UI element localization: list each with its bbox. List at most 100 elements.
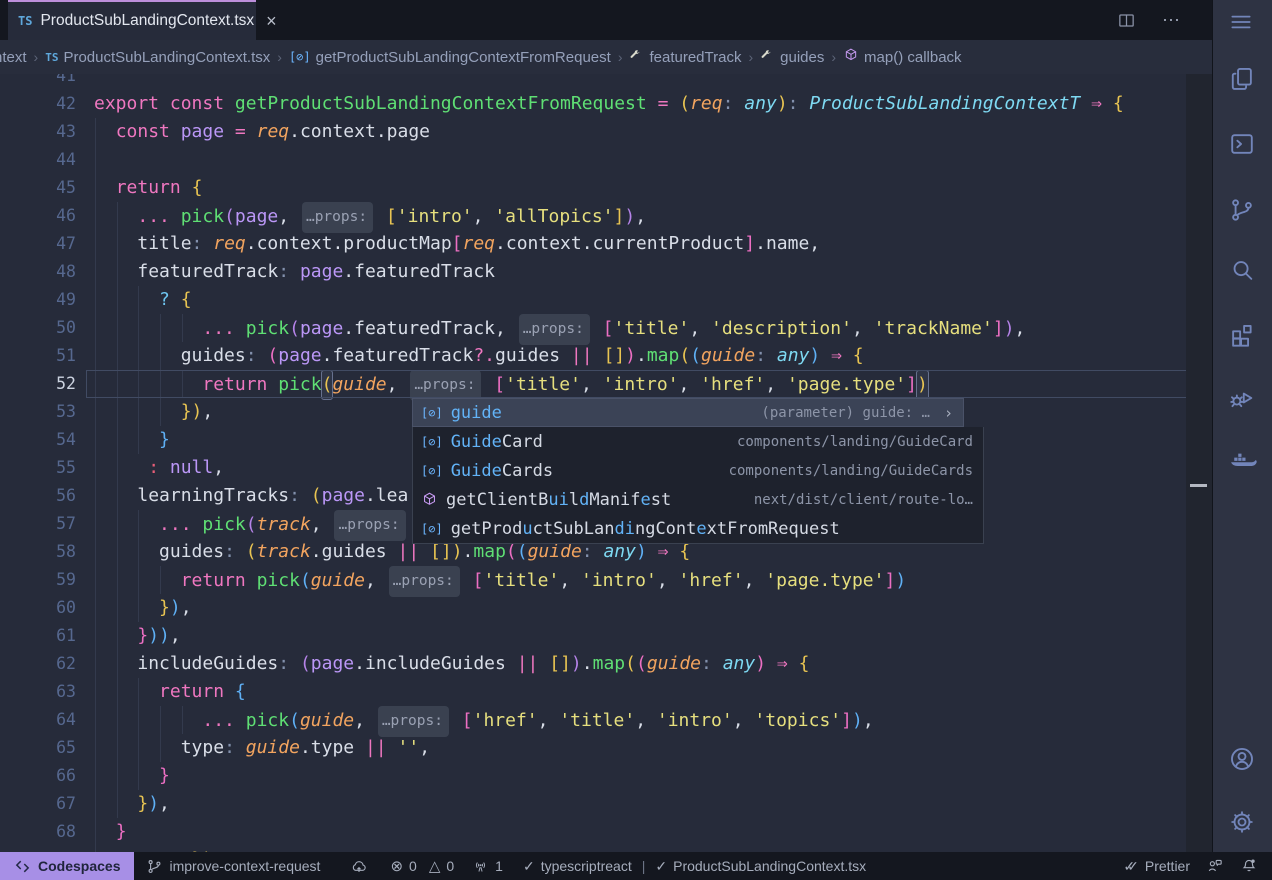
files-icon[interactable] (1228, 65, 1258, 95)
formatter-indicator[interactable]: ✓✓ Prettier (1123, 852, 1190, 880)
line-number[interactable]: 55 (0, 454, 76, 482)
line-number[interactable]: 41 (0, 74, 76, 90)
editor-scrollbar[interactable] (1186, 74, 1212, 852)
line-number[interactable]: 45 (0, 174, 76, 202)
code-line-50[interactable]: 50 ... pick(page.featuredTrack, …props: … (0, 314, 1186, 342)
code-line-49[interactable]: 49 ? { (0, 286, 1186, 314)
check-icon: ✓ (523, 858, 535, 875)
active-file-indicator[interactable]: ✓ ProductSubLandingContext.tsx (655, 852, 866, 880)
line-number[interactable]: 56 (0, 482, 76, 510)
line-number[interactable]: 49 (0, 286, 76, 314)
code-line-43[interactable]: 43 const page = req.context.page (0, 118, 1186, 146)
problems-indicator[interactable]: ⊗ 0 △ 0 (390, 852, 454, 880)
line-number[interactable]: 63 (0, 678, 76, 706)
feedback-button[interactable] (1206, 852, 1224, 880)
code-line-48[interactable]: 48 featuredTrack: page.featuredTrack (0, 258, 1186, 286)
line-number[interactable]: 68 (0, 818, 76, 846)
code-line-66[interactable]: 66 } (0, 762, 1186, 790)
code-line-51[interactable]: 51 guides: (page.featuredTrack?.guides |… (0, 342, 1186, 370)
cloud-upload-icon (350, 857, 368, 875)
suggestion-item[interactable]: [⊘]GuideCardscomponents/landing/GuideCar… (413, 456, 983, 485)
code-line-59[interactable]: 59 return pick(guide, …props: ['title', … (0, 566, 1186, 594)
ports-indicator[interactable]: 1 (472, 852, 503, 880)
code-line-65[interactable]: 65 type: guide.type || '', (0, 734, 1186, 762)
line-number[interactable]: 60 (0, 594, 76, 622)
code-line-47[interactable]: 47 title: req.context.productMap[req.con… (0, 230, 1186, 258)
breadcrumb-symbol-featuredtrack[interactable]: featuredTrack (629, 48, 741, 67)
line-number[interactable]: 44 (0, 146, 76, 174)
notifications-bell-icon[interactable] (1240, 852, 1258, 880)
suggestion-item[interactable]: [⊘]GuideCardcomponents/landing/GuideCard (413, 427, 983, 456)
breadcrumb-symbol-map-callback[interactable]: map() callback (843, 47, 962, 67)
tab-productsublandingcontext[interactable]: TS ProductSubLandingContext.tsx × (8, 0, 256, 40)
line-number[interactable]: 65 (0, 734, 76, 762)
breadcrumb-folder[interactable]: ntext (0, 49, 27, 66)
code-line-42[interactable]: 42 export const getProductSubLandingConte… (0, 90, 1186, 118)
breadcrumb-file[interactable]: TSProductSubLandingContext.tsx (45, 49, 270, 66)
line-code: ... pick(track, …props: (94, 510, 408, 541)
code-line-68[interactable]: 68 } (0, 818, 1186, 846)
line-code: export const getProductSubLandingContext… (94, 90, 1124, 118)
code-line-46[interactable]: 46 ... pick(page, …props: ['intro', 'all… (0, 202, 1186, 230)
sync-button[interactable] (350, 852, 368, 880)
line-code: featuredTrack: page.featuredTrack (94, 258, 495, 286)
code-line-60[interactable]: 60 }), (0, 594, 1186, 622)
search-icon[interactable] (1228, 256, 1258, 286)
line-number[interactable]: 50 (0, 314, 76, 342)
line-number[interactable]: 42 (0, 90, 76, 118)
breadcrumb-symbol-function[interactable]: [⊘]getProductSubLandingContextFromReques… (289, 49, 611, 66)
breadcrumb-symbol-guides[interactable]: guides (760, 48, 824, 67)
wrench-icon (760, 48, 775, 67)
line-number[interactable]: 66 (0, 762, 76, 790)
variable-symbol-icon: [⊘] (289, 50, 311, 64)
line-number[interactable]: 54 (0, 426, 76, 454)
code-line-67[interactable]: 67 }), (0, 790, 1186, 818)
activity-bar (1212, 0, 1272, 852)
line-number[interactable]: 67 (0, 790, 76, 818)
code-line-44[interactable]: 44 (0, 146, 1186, 174)
code-line-63[interactable]: 63 return { (0, 678, 1186, 706)
inlay-hint: …props: (378, 706, 449, 737)
line-number[interactable]: 58 (0, 538, 76, 566)
suggestion-item[interactable]: getClientBuildManifestnext/dist/client/r… (413, 485, 983, 514)
split-editor-icon[interactable] (1117, 11, 1136, 30)
line-number[interactable]: 52 (0, 370, 76, 398)
line-number[interactable]: 51 (0, 342, 76, 370)
code-line-45[interactable]: 45 return { (0, 174, 1186, 202)
more-actions-icon[interactable]: ⋯ (1162, 10, 1182, 31)
suggestion-item[interactable]: [⊘]guide(parameter) guide: …› (412, 398, 964, 427)
branch-indicator[interactable]: improve-context-request (146, 852, 320, 880)
source-control-icon[interactable] (1228, 196, 1258, 226)
code-line-62[interactable]: 62 includeGuides: (page.includeGuides ||… (0, 650, 1186, 678)
typescript-file-icon: TS (45, 51, 58, 64)
line-number[interactable]: 61 (0, 622, 76, 650)
line-number[interactable]: 62 (0, 650, 76, 678)
line-number[interactable]: 53 (0, 398, 76, 426)
account-icon[interactable] (1228, 745, 1258, 775)
settings-icon[interactable] (1228, 808, 1258, 838)
line-code: includeGuides: (page.includeGuides || []… (94, 650, 809, 678)
line-number[interactable]: 46 (0, 202, 76, 230)
inlay-hint: …props: (519, 314, 590, 345)
code-line-61[interactable]: 61 })), (0, 622, 1186, 650)
line-number[interactable]: 48 (0, 258, 76, 286)
tab-close-icon[interactable]: × (266, 11, 277, 32)
breadcrumb-separator: › (618, 49, 623, 65)
code-line-41[interactable]: 41 (0, 74, 1186, 90)
menu-icon[interactable] (1228, 9, 1258, 39)
run-debug-icon[interactable] (1228, 384, 1258, 414)
cube-icon (843, 47, 859, 67)
codespaces-indicator[interactable]: Codespaces (0, 852, 134, 880)
line-number[interactable]: 57 (0, 510, 76, 538)
extensions-icon[interactable] (1228, 321, 1258, 351)
line-number[interactable]: 47 (0, 230, 76, 258)
line-number[interactable]: 64 (0, 706, 76, 734)
line-number[interactable]: 43 (0, 118, 76, 146)
terminal-icon[interactable] (1228, 130, 1258, 160)
line-number[interactable]: 59 (0, 566, 76, 594)
code-line-64[interactable]: 64 ... pick(guide, …props: ['href', 'tit… (0, 706, 1186, 734)
language-mode-indicator[interactable]: ✓ typescriptreact (523, 852, 632, 880)
line-code: })), (94, 622, 181, 650)
suggestion-item[interactable]: [⊘]getProductSubLandingContextFromReques… (413, 514, 983, 543)
docker-icon[interactable] (1228, 447, 1258, 477)
